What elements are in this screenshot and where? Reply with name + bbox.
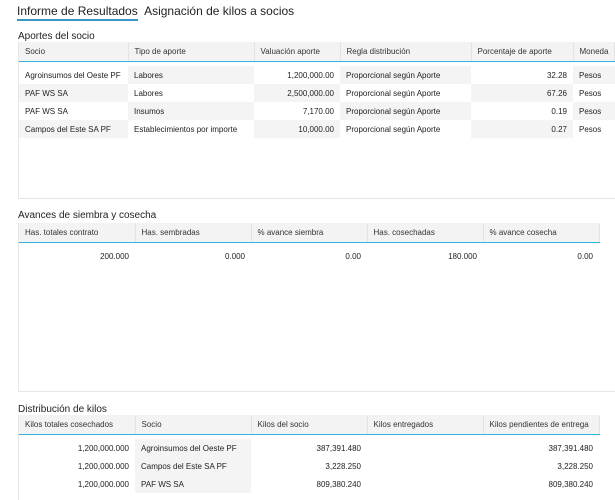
aportes-table: Socio Tipo de aporte Valuación aporte Re… [19,42,615,138]
cell-avance-siembra: 0.00 [345,251,361,261]
table-row[interactable]: PAF WS SA Insumos 7,170.00 Proporcional … [19,102,615,120]
cell-regla: Proporcional según Aporte [346,88,441,98]
cell-kilos-socio: 387,391.480 [316,443,362,453]
cell-socio: Campos del Este SA PF [19,120,128,138]
distribucion-section-title: Distribución de kilos [18,404,107,415]
cell-tipo-aporte: Insumos [128,102,254,120]
cell-avance-cosecha: 0.00 [577,251,593,261]
cell-porcentaje: 67.26 [471,84,573,102]
cell-socio: PAF WS SA [19,84,128,102]
col-header-moneda[interactable]: Moneda [573,42,615,62]
cell-kilos-totales: 1,200,000.000 [77,479,129,489]
cell-has-sembradas: 0.000 [224,251,245,261]
distribucion-header-row: Kilos totales cosechados Socio Kilos del… [19,415,600,435]
cell-moneda: Pesos [573,66,615,84]
cell-porcentaje: 32.28 [546,70,567,80]
col-header-tipo-aporte[interactable]: Tipo de aporte [128,42,255,62]
table-row[interactable]: PAF WS SA Labores 2,500,000.00 Proporcio… [19,84,615,102]
aportes-table-panel: Socio Tipo de aporte Valuación aporte Re… [18,42,615,199]
cell-kilos-entregados [367,457,483,475]
cell-kilos-totales: 1,200,000.000 [77,443,129,453]
cell-has-cosechadas: 180.000 [448,251,477,261]
cell-porcentaje: 0.27 [471,120,573,138]
cell-regla: Proporcional según Aporte [340,66,471,84]
tab-bar: Informe de Resultados Asignación de kilo… [17,4,297,21]
cell-kilos-socio: 809,380.240 [316,479,362,489]
cell-porcentaje: 0.19 [551,106,567,116]
col-header-kilos-entregados[interactable]: Kilos entregados [367,415,484,435]
table-row[interactable]: 1,200,000.000 Campos del Este SA PF 3,22… [19,457,599,475]
cell-socio: PAF WS SA [135,475,251,493]
col-header-kilos-totales[interactable]: Kilos totales cosechados [19,415,136,435]
cell-kilos-entregados [367,475,483,493]
cell-moneda: Pesos [573,102,615,120]
aportes-section-title: Aportes del socio [18,31,95,42]
avances-table: Has. totales contrato Has. sembradas % a… [19,223,600,265]
cell-has-totales: 200.000 [100,251,129,261]
cell-socio: Campos del Este SA PF [135,457,251,475]
tab-informe-resultados[interactable]: Informe de Resultados [17,4,138,21]
cell-kilos-pendientes: 3,228.250 [557,461,593,471]
table-row[interactable]: Campos del Este SA PF Establecimientos p… [19,120,615,138]
cell-kilos-entregados [367,439,483,457]
avances-table-panel: Has. totales contrato Has. sembradas % a… [18,223,615,392]
col-header-socio[interactable]: Socio [135,415,252,435]
table-row[interactable]: 200.000 0.000 0.00 180.000 0.00 [19,247,599,265]
cell-kilos-socio: 3,228.250 [325,461,361,471]
col-header-kilos-pendientes[interactable]: Kilos pendientes de entrega [483,415,600,435]
col-header-kilos-socio[interactable]: Kilos del socio [251,415,368,435]
cell-socio: Agroinsumos del Oeste PF [135,439,251,457]
tab-asignacion-kilos[interactable]: Asignación de kilos a socios [144,4,294,18]
cell-valuacion: 2,500,000.00 [254,84,340,102]
cell-valuacion: 10,000.00 [254,120,340,138]
cell-moneda: Pesos [579,88,602,98]
col-header-has-cosechadas[interactable]: Has. cosechadas [367,223,484,243]
col-header-avance-cosecha[interactable]: % avance cosecha [483,223,600,243]
cell-socio: PAF WS SA [25,106,68,116]
distribucion-table-panel: Kilos totales cosechados Socio Kilos del… [18,415,615,500]
cell-regla: Proporcional según Aporte [346,124,441,134]
aportes-header-row: Socio Tipo de aporte Valuación aporte Re… [19,42,615,62]
avances-section-title: Avances de siembra y cosecha [18,210,157,221]
col-header-valuacion[interactable]: Valuación aporte [254,42,341,62]
cell-kilos-pendientes: 387,391.480 [548,443,594,453]
col-header-porcentaje[interactable]: Porcentaje de aporte [471,42,574,62]
table-row[interactable]: 1,200,000.000 Agroinsumos del Oeste PF 3… [19,439,599,457]
cell-tipo-aporte: Labores [134,88,163,98]
distribucion-table: Kilos totales cosechados Socio Kilos del… [19,415,600,493]
table-row[interactable]: 1,200,000.000 PAF WS SA 809,380.240 809,… [19,475,599,493]
table-row[interactable]: Agroinsumos del Oeste PF Labores 1,200,0… [19,66,615,84]
cell-tipo-aporte: Labores [128,66,254,84]
avances-header-row: Has. totales contrato Has. sembradas % a… [19,223,600,243]
cell-kilos-pendientes: 809,380.240 [548,479,594,489]
col-header-socio[interactable]: Socio [19,42,129,62]
cell-regla: Proporcional según Aporte [340,102,471,120]
col-header-regla[interactable]: Regla distribución [340,42,472,62]
cell-moneda: Pesos [579,124,602,134]
col-header-has-sembradas[interactable]: Has. sembradas [135,223,252,243]
cell-tipo-aporte: Establecimientos por importe [134,124,238,134]
col-header-has-totales[interactable]: Has. totales contrato [19,223,136,243]
cell-valuacion: 7,170.00 [302,106,334,116]
cell-valuacion: 1,200,000.00 [287,70,334,80]
cell-socio: Agroinsumos del Oeste PF [25,70,121,80]
cell-kilos-totales: 1,200,000.000 [77,461,129,471]
col-header-avance-siembra[interactable]: % avance siembra [251,223,368,243]
